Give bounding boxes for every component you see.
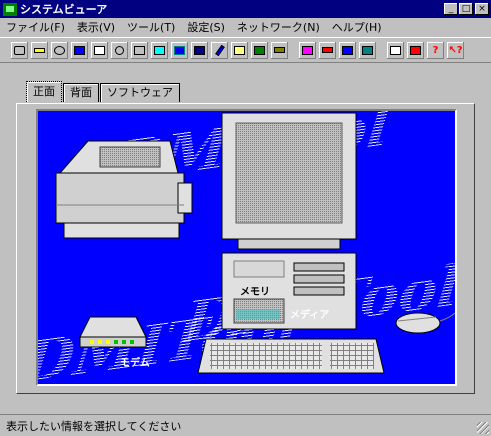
window-icon[interactable] [407, 42, 424, 59]
context-help-icon[interactable]: ↖? [447, 42, 464, 59]
help-icon[interactable]: ? [427, 42, 444, 59]
resize-grip-icon[interactable] [477, 422, 489, 434]
menu-file[interactable]: ファイル(F) [6, 19, 65, 35]
document-icon[interactable] [231, 42, 248, 59]
menu-help[interactable]: ヘルプ(H) [332, 19, 382, 35]
memory-icon[interactable] [31, 42, 48, 59]
monitor-icon[interactable] [71, 42, 88, 59]
display-icon[interactable] [251, 42, 268, 59]
network-icon[interactable] [299, 42, 316, 59]
printer-icon[interactable] [91, 42, 108, 59]
window-title: システムビューア [20, 3, 108, 16]
modem-image[interactable] [79, 316, 147, 348]
menu-tools[interactable]: ツール(T) [127, 19, 175, 35]
status-text: 表示したい情報を選択してください [6, 420, 182, 433]
title-bar: システムビューア _ □ × [0, 0, 491, 18]
computer-icon[interactable] [11, 42, 28, 59]
close-button[interactable]: × [475, 3, 489, 15]
maximize-button[interactable]: □ [459, 3, 473, 15]
status-bar: 表示したい情報を選択してください [0, 414, 491, 436]
keyboard-icon[interactable] [271, 42, 288, 59]
modem-label[interactable]: モデム [120, 354, 150, 369]
minimize-button[interactable]: _ [444, 3, 458, 15]
tab-software[interactable]: ソフトウェア [100, 83, 180, 102]
printer-image[interactable] [55, 140, 193, 239]
hardware-view: DMITool DMITool DMITool [36, 109, 457, 386]
tab-back[interactable]: 背面 [63, 83, 99, 102]
board-icon[interactable] [359, 42, 376, 59]
tab-front[interactable]: 正面 [26, 81, 62, 102]
cpu-icon[interactable] [51, 42, 68, 59]
chip-icon[interactable] [339, 42, 356, 59]
tab-strip: 正面 背面 ソフトウェア [26, 81, 181, 103]
device-drawing [55, 112, 457, 374]
pen-icon[interactable] [211, 42, 228, 59]
media-label[interactable]: メディア [290, 306, 329, 321]
printer2-icon[interactable] [151, 42, 168, 59]
toolbar: ? ↖? [0, 37, 491, 63]
card-icon[interactable] [319, 42, 336, 59]
disk-icon[interactable] [111, 42, 128, 59]
floppy-icon[interactable] [171, 42, 188, 59]
mouse-image[interactable] [395, 311, 457, 334]
monitor-image[interactable] [221, 112, 357, 250]
menu-bar: ファイル(F) 表示(V) ツール(T) 設定(S) ネットワーク(N) ヘルプ… [0, 18, 491, 36]
menu-network[interactable]: ネットワーク(N) [237, 19, 320, 35]
keyboard-image[interactable] [197, 338, 385, 374]
memory-label[interactable]: メモリ [240, 283, 270, 298]
menu-view[interactable]: 表示(V) [77, 19, 115, 35]
window-controls: _ □ × [443, 3, 489, 15]
app-icon[interactable] [3, 2, 17, 16]
menu-settings[interactable]: 設定(S) [187, 19, 225, 35]
storage-icon[interactable] [131, 42, 148, 59]
chart-icon[interactable] [387, 42, 404, 59]
drive-icon[interactable] [191, 42, 208, 59]
